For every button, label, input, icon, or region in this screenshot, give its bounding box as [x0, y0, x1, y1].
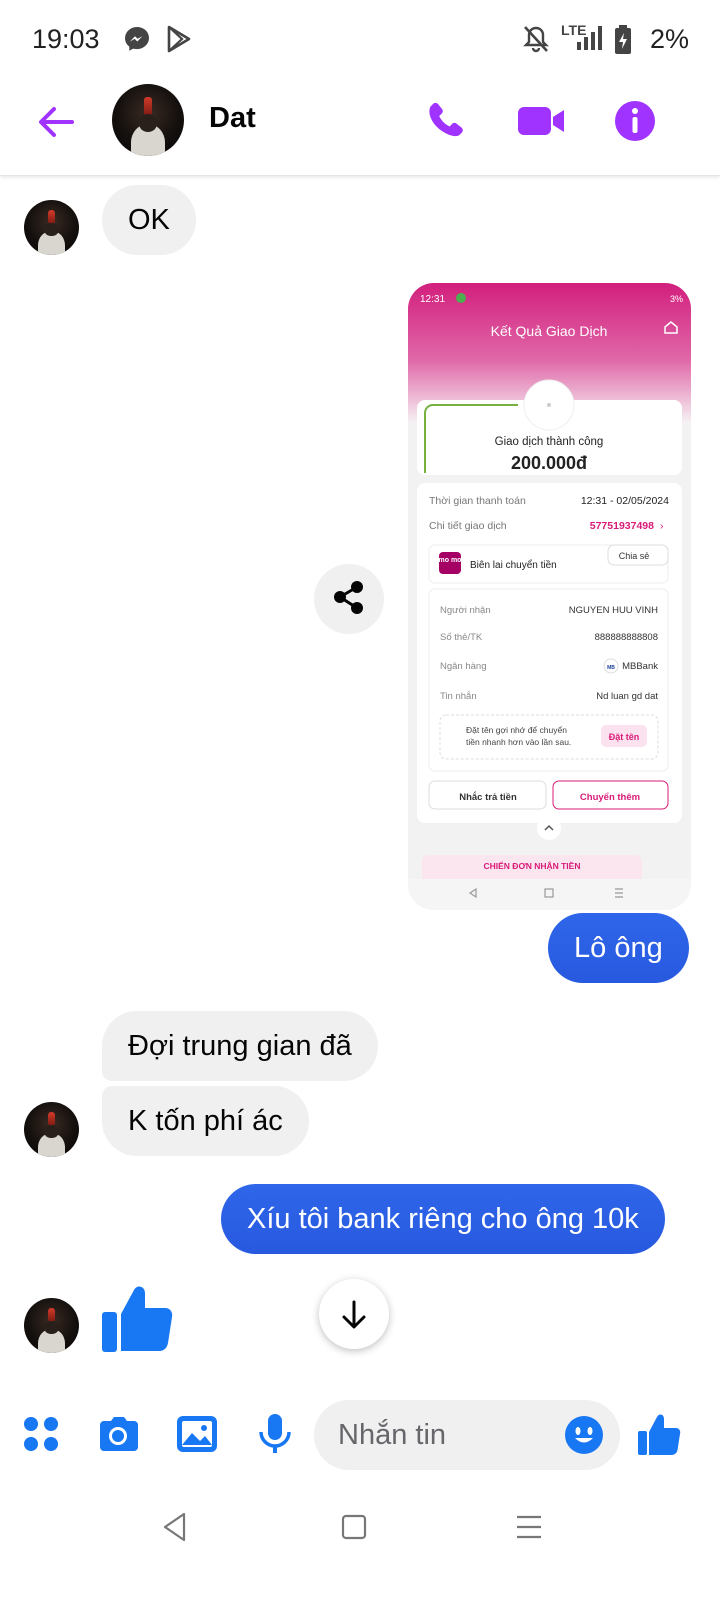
- shot-message-label: Tin nhắn: [440, 691, 477, 702]
- shot-share-label: Chia sẻ: [619, 551, 650, 561]
- shot-time-value: 12:31 - 02/05/2024: [581, 495, 669, 507]
- shot-receipt-label: Biên lai chuyển tiền: [470, 559, 557, 571]
- shot-hint-1: Đặt tên gợi nhớ để chuyển: [466, 725, 567, 735]
- shot-momo-logo: mo mo: [439, 557, 462, 564]
- status-time: 19:03: [32, 24, 100, 54]
- microphone-icon[interactable]: [252, 1411, 298, 1457]
- info-icon[interactable]: [612, 98, 658, 144]
- contact-avatar-small[interactable]: [24, 1102, 79, 1157]
- shared-image-message[interactable]: 12:31 3% Kết Quả Giao Dịch Giao dịch thà…: [408, 283, 691, 910]
- camera-icon[interactable]: [95, 1411, 141, 1457]
- apps-icon[interactable]: [18, 1411, 64, 1457]
- contact-avatar[interactable]: [112, 84, 184, 156]
- status-bar: 19:03 LTE 2%: [0, 0, 720, 80]
- share-icon[interactable]: [314, 564, 384, 634]
- message-composer: [0, 1390, 720, 1480]
- shot-recipient-label: Người nhận: [440, 605, 491, 616]
- message-bubble-outgoing[interactable]: Lô ông: [548, 913, 689, 983]
- shot-transfer-more-button: Chuyển thêm: [580, 792, 640, 803]
- phone-icon[interactable]: [424, 98, 470, 144]
- menu-lines-icon[interactable]: [514, 1513, 544, 1541]
- contact-avatar-small[interactable]: [24, 1298, 79, 1353]
- message-bubble-incoming[interactable]: OK: [102, 185, 196, 255]
- shot-bank-logo: MB: [607, 665, 615, 671]
- shot-bank-label: Ngân hàng: [440, 661, 486, 672]
- payment-receipt-screenshot: 12:31 3% Kết Quả Giao Dịch Giao dịch thà…: [408, 283, 691, 910]
- shot-detail-value: 57751937498: [590, 520, 654, 532]
- svg-text:›: ›: [660, 520, 664, 532]
- shot-account-value: 888888888808: [595, 632, 658, 643]
- message-input[interactable]: [338, 1414, 558, 1456]
- message-bubble-incoming[interactable]: K tốn phí ác: [102, 1086, 309, 1156]
- video-call-icon[interactable]: [516, 98, 566, 144]
- emoji-icon[interactable]: [564, 1415, 604, 1455]
- shot-recipient-value: NGUYEN HUU VINH: [569, 605, 658, 616]
- signal-icon: [577, 26, 602, 50]
- shot-hint-2: tiền nhanh hơn vào lần sau.: [466, 737, 571, 747]
- shot-detail-label: Chi tiết giao dịch: [429, 520, 507, 532]
- shot-result-label: Giao dịch thành công: [495, 436, 604, 448]
- message-input-container[interactable]: [314, 1400, 620, 1470]
- shot-time-label: Thời gian thanh toán: [429, 495, 526, 507]
- shot-bank-value: MBBank: [622, 661, 658, 672]
- like-icon[interactable]: [636, 1411, 682, 1457]
- scroll-to-bottom-button[interactable]: [319, 1279, 389, 1349]
- shot-title: Kết Quả Giao Dịch: [491, 323, 608, 339]
- battery-percent: 2%: [650, 24, 690, 54]
- contact-name[interactable]: Dat: [209, 102, 256, 135]
- battery-icon: [615, 25, 631, 54]
- mute-icon: [523, 26, 549, 53]
- shot-status-time: 12:31: [420, 294, 445, 305]
- gallery-icon[interactable]: [174, 1411, 220, 1457]
- shot-banner: CHIẾN ĐƠN NHẬN TIỀN: [484, 860, 581, 871]
- shot-status-battery: 3%: [670, 294, 683, 304]
- shot-name-button: Đặt tên: [609, 732, 640, 742]
- back-arrow-icon[interactable]: [34, 100, 78, 144]
- contact-avatar-small[interactable]: [24, 200, 79, 255]
- messenger-icon: [125, 27, 149, 51]
- conversation-header: Dat: [0, 80, 720, 176]
- home-square-icon[interactable]: [340, 1513, 368, 1541]
- shot-message-value: Nd luan gd dat: [596, 691, 658, 702]
- like-reaction-icon[interactable]: [100, 1280, 176, 1356]
- shot-amount: 200.000đ: [511, 453, 587, 473]
- play-store-icon: [167, 25, 191, 53]
- shot-account-label: Số thẻ/TK: [440, 632, 483, 643]
- message-bubble-incoming[interactable]: Đợi trung gian đã: [102, 1011, 378, 1081]
- back-triangle-icon[interactable]: [160, 1511, 190, 1543]
- system-navigation-bar: [0, 1480, 720, 1600]
- message-bubble-outgoing[interactable]: Xíu tôi bank riêng cho ông 10k: [221, 1184, 665, 1254]
- shot-remind-button: Nhắc trả tiền: [459, 791, 517, 803]
